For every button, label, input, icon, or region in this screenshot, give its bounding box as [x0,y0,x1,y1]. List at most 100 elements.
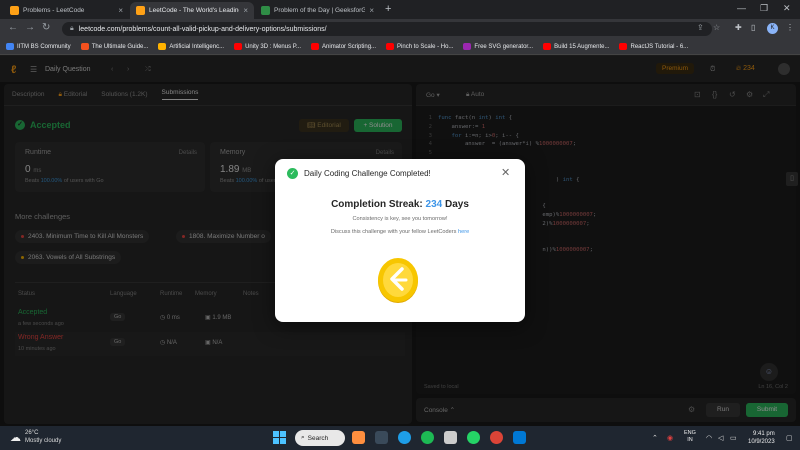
address-bar-row: ← → ↻ 🔒︎ leetcode.com/problems/count-all… [0,19,800,39]
chrome-icon[interactable] [490,431,503,444]
reload-icon[interactable]: ↻ [42,22,50,33]
lang-region: IN [687,437,693,443]
bookmark-favicon-icon [386,43,395,50]
system-clock[interactable]: 9:41 pm 10/9/2023 [748,430,775,446]
minimize-icon[interactable]: — [737,3,746,13]
browser-tab-bar: Problems - LeetCode × LeetCode - The Wor… [0,0,800,19]
completion-streak: Completion Streak: 234 Days [275,199,525,210]
bookmark-item[interactable]: Build 15 Augmente... [543,43,609,50]
store-icon[interactable] [444,431,457,444]
bookmark-label: Animator Scripting... [322,43,377,50]
bookmark-label: The Ultimate Guide... [91,43,149,50]
bookmark-favicon-icon [463,43,472,50]
widgets-icon[interactable] [352,431,365,444]
bookmark-item[interactable]: Free SVG generator... [463,43,533,50]
menu-icon[interactable]: ⋮ [786,23,794,32]
windows-taskbar: ☁ 26°C Mostly cloudy ⌕ Search ⌃ ◉ ENG IN ◠… [0,426,800,450]
bookmark-label: Artificial Intelligenc... [169,43,225,50]
chevron-up-icon[interactable]: ⌃ [652,434,658,442]
bookmark-item[interactable]: ReactJS Tutorial - 6... [619,43,688,50]
tab-title: Problems - LeetCode [23,7,85,14]
volume-icon[interactable]: ◁ [718,434,723,442]
bookmark-item[interactable]: IITM BS Community [6,43,71,50]
sidepanel-icon[interactable]: ▯ [751,23,755,32]
spotify-icon[interactable] [421,431,434,444]
bookmark-favicon-icon [158,43,167,50]
bookmark-star-icon[interactable]: ☆ [713,23,720,32]
bookmark-label: Unity 3D : Menus P... [245,43,302,50]
gfg-favicon-icon [261,6,270,15]
notification-icon[interactable]: ▢ [786,434,793,442]
close-tab-icon[interactable]: × [369,6,374,15]
cloud-icon: ☁ [10,431,21,444]
tab-title: LeetCode - The World's Leading [149,7,240,14]
bookmark-item[interactable]: Animator Scripting... [311,43,376,50]
lang-primary: ENG [684,430,696,436]
bookmark-item[interactable]: The Ultimate Guide... [80,43,149,50]
forward-icon[interactable]: → [25,22,35,33]
bookmark-favicon-icon [80,43,89,50]
bookmark-item[interactable]: Artificial Intelligenc... [158,43,224,50]
bookmark-favicon-icon [543,43,552,50]
whatsapp-icon[interactable] [467,431,480,444]
battery-icon[interactable]: ▭ [730,434,737,442]
antivirus-icon[interactable]: ◉ [667,434,673,442]
bookmark-item[interactable]: Unity 3D : Menus P... [234,43,301,50]
bookmark-label: IITM BS Community [17,43,71,50]
leetcode-coin-icon [378,258,418,303]
weather-widget[interactable]: ☁ 26°C Mostly cloudy [10,429,61,445]
discuss-text: Discuss this challenge with your fellow … [275,229,525,235]
close-tab-icon[interactable]: × [118,6,123,15]
browser-tab-problems[interactable]: Problems - LeetCode × [4,2,129,19]
task-view-icon[interactable] [375,431,388,444]
search-icon: ⌕ [301,434,305,441]
close-tab-icon[interactable]: × [243,6,248,15]
browser-tab-gfg[interactable]: Problem of the Day | GeeksforGe × [255,2,380,19]
bookmark-item[interactable]: Pinch to Scale - Ho... [386,43,453,50]
back-icon[interactable]: ← [8,22,18,33]
leetcode-favicon-icon [10,6,19,15]
url-text: leetcode.com/problems/count-all-valid-pi… [78,25,327,33]
bookmark-favicon-icon [619,43,628,50]
maximize-icon[interactable]: ❐ [760,3,768,14]
profile-avatar[interactable]: K [767,23,778,34]
bookmark-favicon-icon [6,43,14,50]
streak-unit: Days [445,199,469,210]
bookmark-label: Free SVG generator... [474,43,534,50]
search-label: Search [307,434,329,442]
temperature: 26°C [25,430,39,436]
windows-start-icon[interactable] [273,431,286,444]
language-indicator[interactable]: ENG IN [684,430,696,444]
bookmark-label: ReactJS Tutorial - 6... [630,43,689,50]
clock-time: 9:41 pm [753,431,775,437]
new-tab-icon[interactable]: + [385,3,391,15]
consistency-text: Consistency is key, see you tomorrow! [352,216,448,222]
bookmarks-bar: IITM BS Community The Ultimate Guide... Ar… [0,39,800,55]
bookmark-label: Build 15 Augmente... [554,43,610,50]
discuss-link[interactable]: here [458,229,469,235]
bookmark-favicon-icon [234,43,243,50]
check-circle-icon: ✓ [287,168,298,179]
edge-icon[interactable] [398,431,411,444]
bookmark-label: Pinch to Scale - Ho... [397,43,454,50]
lock-icon[interactable]: 🔒︎ [70,25,74,33]
vscode-icon[interactable] [513,431,526,444]
close-window-icon[interactable]: ✕ [783,3,791,14]
discuss-message: Discuss this challenge with your fellow … [330,229,457,235]
tab-title: Problem of the Day | GeeksforGe [274,7,366,14]
share-icon[interactable]: ⇪ [697,23,704,32]
modal-title: Daily Coding Challenge Completed! [304,169,431,178]
extensions-icon[interactable]: ✚ [735,23,742,32]
weather-text: 26°C Mostly cloudy [25,429,61,445]
close-icon[interactable]: ✕ [501,166,510,179]
modal-header: ✓ Daily Coding Challenge Completed! [287,168,431,179]
browser-tab-leetcode[interactable]: LeetCode - The World's Leading × [130,2,254,19]
streak-label: Completion Streak: [331,199,423,210]
leetcode-favicon-icon [136,6,145,15]
bookmark-favicon-icon [311,43,320,50]
taskbar-search[interactable]: ⌕ Search [295,430,345,446]
clock-date: 10/9/2023 [748,439,775,445]
weather-condition: Mostly cloudy [25,438,62,444]
url-bar[interactable]: 🔒︎ leetcode.com/problems/count-all-valid… [62,22,712,36]
wifi-icon[interactable]: ◠ [706,434,712,442]
